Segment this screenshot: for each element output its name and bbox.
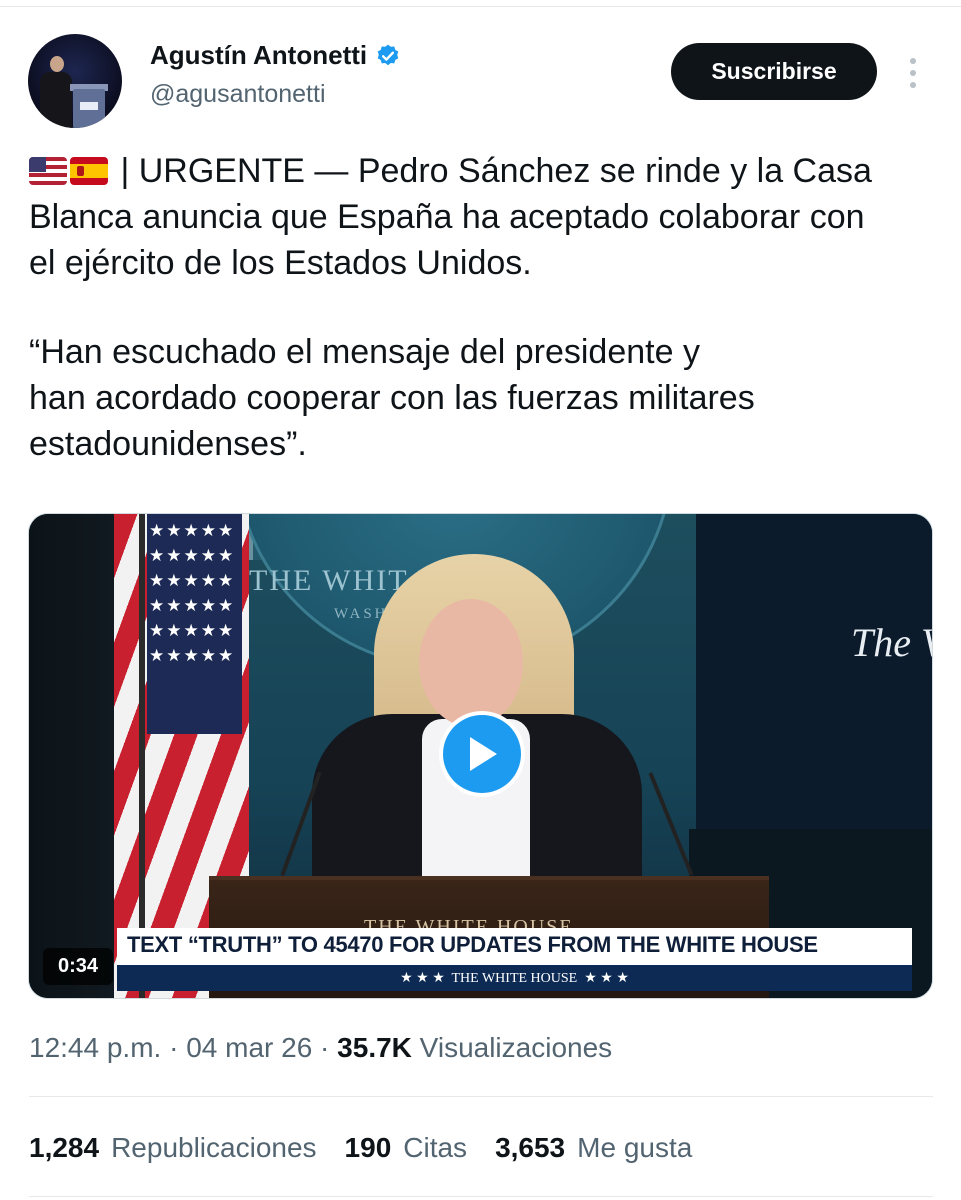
tweet-line-3: el ejército de los Estados Unidos. [29, 244, 532, 282]
views-count: 35.7K [337, 1032, 412, 1063]
reposts-stat[interactable]: 1,284 Republicaciones [29, 1132, 317, 1164]
avatar-podium-logo [80, 102, 98, 110]
video-flag-pole [139, 514, 145, 998]
tweet-line-5: han acordado cooperar con las fuerzas mi… [29, 379, 755, 417]
verified-badge-icon [377, 44, 399, 65]
more-vertical-icon[interactable] [898, 52, 928, 94]
tweet-line-4: “Han escuchado el mensaje del presidente… [29, 333, 700, 371]
play-button[interactable] [439, 711, 525, 797]
tweet-line-6: estadounidenses”. [29, 425, 307, 463]
us-flag-icon [29, 157, 67, 185]
tweet-line-1: | URGENTE — Pedro Sánchez se rinde y la … [29, 148, 934, 194]
more-dot [910, 82, 916, 88]
video-right-panel [696, 514, 932, 829]
tweet-text: | URGENTE — Pedro Sánchez se rinde y la … [29, 148, 934, 467]
tweet-line-2: Blanca anuncia que España ha aceptado co… [29, 198, 865, 236]
tweet-time[interactable]: 12:44 p.m. [29, 1032, 161, 1063]
more-dot [910, 70, 916, 76]
likes-count: 3,653 [495, 1132, 566, 1163]
quotes-count: 190 [344, 1132, 392, 1163]
author-handle[interactable]: @agusantonetti [150, 80, 326, 109]
tweet-line-text: | URGENTE — Pedro Sánchez se rinde y la … [111, 152, 872, 190]
meta-separator: · [161, 1032, 187, 1063]
more-dot [910, 58, 916, 64]
engagement-stats: 1,284 Republicaciones 190 Citas 3,653 Me… [29, 1132, 720, 1164]
video-flag-stars: ★★★★★★★★★★★★★★★★★★★★★★★★★★★★★★ [149, 521, 236, 665]
video-player[interactable]: THE WHIT USE WASH The V ★★★★★★★★★★★★★★★★… [28, 513, 933, 999]
meta-separator: · [312, 1032, 338, 1063]
avatar[interactable] [28, 34, 122, 128]
views-label: Visualizaciones [419, 1032, 613, 1063]
author-name-row[interactable]: Agustín Antonetti [150, 40, 401, 71]
quotes-label: Citas [403, 1132, 468, 1163]
likes-stat[interactable]: 3,653 Me gusta [495, 1132, 692, 1164]
author-display-name[interactable]: Agustín Antonetti [150, 40, 367, 71]
tweet-meta: 12:44 p.m. · 04 mar 26 · 35.7K Visualiza… [29, 1032, 612, 1064]
video-right-sign: The V [851, 620, 932, 665]
reposts-label: Republicaciones [111, 1132, 317, 1163]
play-icon [470, 737, 497, 771]
avatar-person-head [50, 56, 64, 72]
play-button-circle [443, 715, 521, 793]
divider [29, 1196, 933, 1197]
spain-flag-icon [70, 157, 108, 185]
reposts-count: 1,284 [29, 1132, 100, 1163]
video-banner-subtitle: ★ ★ ★ THE WHITE HOUSE ★ ★ ★ [117, 965, 912, 991]
top-divider [0, 6, 961, 7]
likes-label: Me gusta [577, 1132, 693, 1163]
avatar-person-body [40, 72, 72, 128]
subscribe-button[interactable]: Suscribirse [671, 43, 877, 100]
divider [29, 1096, 933, 1097]
quotes-stat[interactable]: 190 Citas [345, 1132, 468, 1164]
tweet-date[interactable]: 04 mar 26 [186, 1032, 312, 1063]
video-speaker-face [419, 599, 523, 727]
video-banner-text: TEXT “TRUTH” TO 45470 FOR UPDATES FROM T… [127, 932, 818, 957]
video-duration-badge: 0:34 [43, 948, 113, 985]
